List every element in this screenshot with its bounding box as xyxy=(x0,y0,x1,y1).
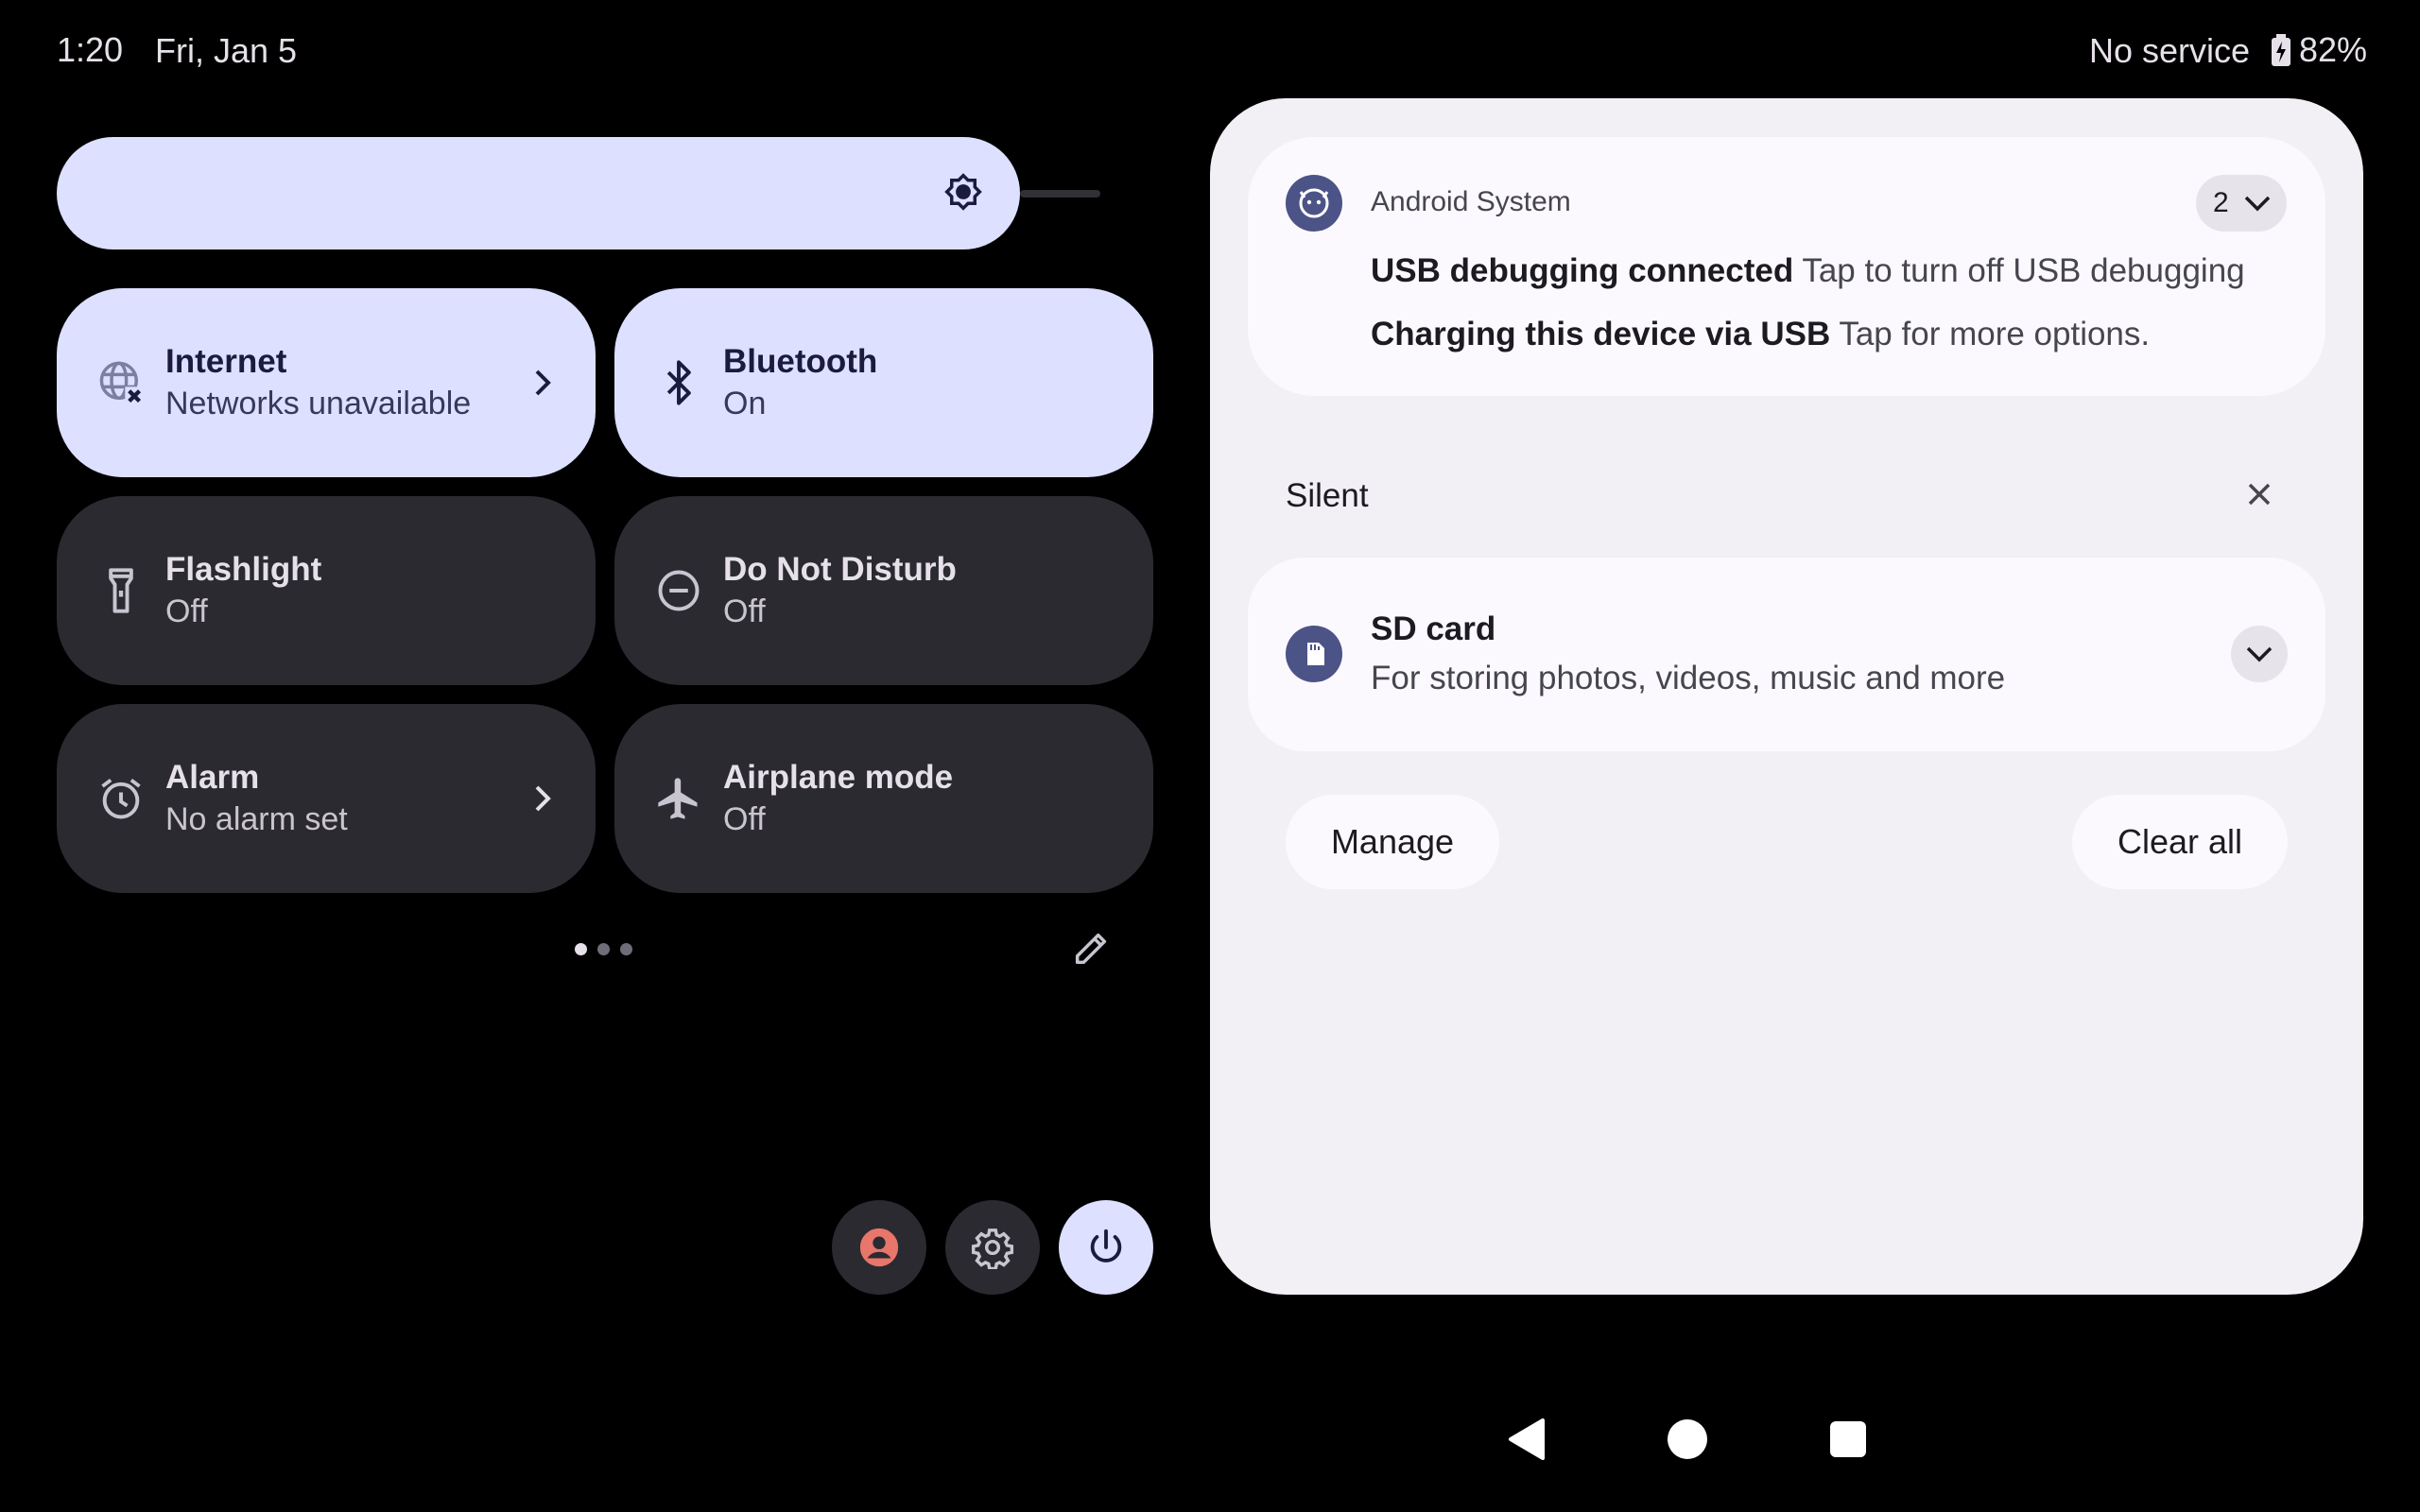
tile-subtitle: Off xyxy=(165,593,208,629)
tile-title: Internet xyxy=(165,343,287,380)
globe-x-icon xyxy=(96,358,146,407)
manage-button[interactable]: Manage xyxy=(1286,795,1499,889)
back-button[interactable] xyxy=(1503,1415,1550,1464)
bluetooth-icon xyxy=(654,358,703,407)
page-dot-active xyxy=(575,943,587,955)
close-icon xyxy=(2240,483,2278,517)
tile-title: Flashlight xyxy=(165,551,322,588)
tile-title: Alarm xyxy=(165,759,260,796)
tile-alarm[interactable]: Alarm No alarm set xyxy=(57,704,596,893)
power-button[interactable] xyxy=(1059,1200,1153,1295)
home-button[interactable] xyxy=(1668,1419,1707,1459)
airplane-icon xyxy=(654,774,703,823)
tile-title: Do Not Disturb xyxy=(723,551,957,588)
settings-button[interactable] xyxy=(945,1200,1040,1295)
tile-bluetooth[interactable]: Bluetooth On xyxy=(614,288,1153,477)
sd-card-app-icon xyxy=(1286,626,1342,682)
recents-button[interactable] xyxy=(1830,1421,1866,1457)
notification-title: SD card xyxy=(1371,610,1496,647)
notification-row-charging: Charging this device via USB Tap for mor… xyxy=(1371,316,2150,353)
notification-count: 2 xyxy=(2213,187,2229,218)
tile-airplane-mode[interactable]: Airplane mode Off xyxy=(614,704,1153,893)
network-status: No service xyxy=(2089,31,2251,70)
tile-flashlight[interactable]: Flashlight Off xyxy=(57,496,596,685)
tile-subtitle: On xyxy=(723,386,767,421)
page-dot xyxy=(597,943,610,955)
status-time: 1:20 xyxy=(57,30,124,69)
clear-silent-button[interactable] xyxy=(2240,475,2278,513)
notification-title: Charging this device via USB xyxy=(1371,316,1831,352)
flashlight-icon xyxy=(96,566,146,615)
do-not-disturb-icon xyxy=(654,566,703,615)
tile-title: Bluetooth xyxy=(723,343,878,380)
battery-icon xyxy=(2271,34,2291,66)
brightness-icon xyxy=(943,172,983,212)
notification-expand-button[interactable]: 2 xyxy=(2196,175,2287,232)
clear-all-button[interactable]: Clear all xyxy=(2072,795,2288,889)
gear-icon xyxy=(971,1226,1014,1271)
notification-text: Tap for more options. xyxy=(1839,316,2151,352)
notification-app-name: Android System xyxy=(1371,186,1571,217)
chevron-down-icon xyxy=(2243,641,2275,667)
account-icon xyxy=(857,1226,901,1269)
tile-do-not-disturb[interactable]: Do Not Disturb Off xyxy=(614,496,1153,685)
tile-subtitle: Off xyxy=(723,801,766,837)
edit-icon[interactable] xyxy=(1070,926,1114,970)
tile-subtitle: No alarm set xyxy=(165,801,348,837)
brightness-slider-rail[interactable] xyxy=(1020,190,1100,198)
battery-percent: 82% xyxy=(2299,30,2368,69)
user-switcher-button[interactable] xyxy=(832,1200,926,1295)
silent-section-header: Silent xyxy=(1286,477,1369,514)
brightness-slider[interactable] xyxy=(57,137,1020,249)
chevron-right-icon xyxy=(529,364,556,402)
chevron-down-icon xyxy=(2241,190,2273,216)
power-icon xyxy=(1084,1226,1128,1269)
chevron-right-icon xyxy=(529,780,556,817)
notification-row-usb-debugging: USB debugging connected Tap to turn off … xyxy=(1371,252,2245,290)
status-date: Fri, Jan 5 xyxy=(155,31,298,70)
android-system-app-icon xyxy=(1286,175,1342,232)
tile-title: Airplane mode xyxy=(723,759,954,796)
back-icon xyxy=(1503,1418,1550,1468)
notification-text: Tap to turn off USB debugging xyxy=(1802,252,2245,289)
page-dot xyxy=(620,943,632,955)
notification-expand-button[interactable] xyxy=(2231,626,2288,682)
notification-card-sd-card[interactable]: SD card For storing photos, videos, musi… xyxy=(1248,558,2325,751)
tile-subtitle: Networks unavailable xyxy=(165,386,472,421)
alarm-icon xyxy=(96,774,146,823)
tile-internet[interactable]: Internet Networks unavailable xyxy=(57,288,596,477)
notification-text: For storing photos, videos, music and mo… xyxy=(1371,660,2006,696)
notification-title: USB debugging connected xyxy=(1371,252,1794,289)
notification-card-android-system[interactable]: Android System 2 USB debugging connected… xyxy=(1248,137,2325,396)
tile-subtitle: Off xyxy=(723,593,766,629)
